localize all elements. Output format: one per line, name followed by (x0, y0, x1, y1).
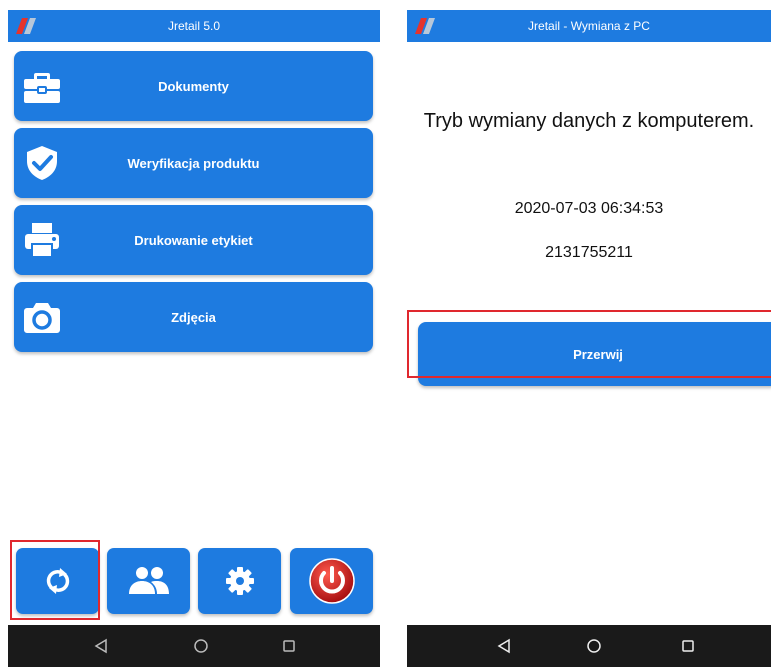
verify-product-label: Weryfikacja produktu (127, 155, 260, 171)
pc-exchange-screen: Jretail - Wymiana z PC Tryb wymiany dany… (407, 10, 771, 667)
print-labels-button[interactable]: Drukowanie etykiet (14, 205, 373, 275)
back-triangle-icon[interactable] (493, 635, 515, 657)
photos-button[interactable]: Zdjęcia (14, 282, 373, 352)
screen-title: Jretail - Wymiana z PC (528, 19, 650, 33)
app-logo-icon (12, 16, 38, 36)
android-nav-bar (407, 625, 771, 667)
verify-product-button[interactable]: Weryfikacja produktu (14, 128, 373, 198)
device-code-text: 2131755211 (545, 244, 633, 261)
gear-icon (225, 566, 255, 596)
users-icon (127, 564, 171, 598)
main-menu-screen: Jretail 5.0 Dokumenty Weryfikacja produk… (8, 10, 380, 667)
documents-button[interactable]: Dokumenty (14, 51, 373, 121)
recents-square-icon[interactable] (278, 635, 300, 657)
documents-label: Dokumenty (158, 78, 229, 94)
interrupt-label: Przerwij (573, 346, 623, 362)
datetime-text: 2020-07-03 06:34:53 (514, 200, 664, 217)
title-bar: Jretail 5.0 (8, 10, 380, 42)
power-button[interactable] (290, 548, 373, 614)
title-bar: Jretail - Wymiana z PC (407, 10, 771, 42)
power-icon (308, 557, 356, 605)
interrupt-button[interactable]: Przerwij (418, 322, 771, 386)
back-triangle-icon[interactable] (90, 635, 112, 657)
exchange-mode-text: Tryb wymiany danych z komputerem. (423, 110, 755, 132)
app-logo-icon (411, 16, 437, 36)
users-button[interactable] (107, 548, 190, 614)
briefcase-icon (22, 66, 62, 106)
sync-icon (42, 565, 74, 597)
home-circle-icon[interactable] (190, 635, 212, 657)
settings-button[interactable] (198, 548, 281, 614)
printer-icon (22, 220, 62, 260)
shield-check-icon (22, 143, 62, 183)
home-circle-icon[interactable] (583, 635, 605, 657)
print-labels-label: Drukowanie etykiet (134, 232, 253, 248)
photos-label: Zdjęcia (171, 309, 216, 325)
recents-square-icon[interactable] (677, 635, 699, 657)
app-title: Jretail 5.0 (167, 19, 221, 33)
camera-icon (22, 297, 62, 337)
android-nav-bar (8, 625, 380, 667)
sync-button[interactable] (16, 548, 99, 614)
